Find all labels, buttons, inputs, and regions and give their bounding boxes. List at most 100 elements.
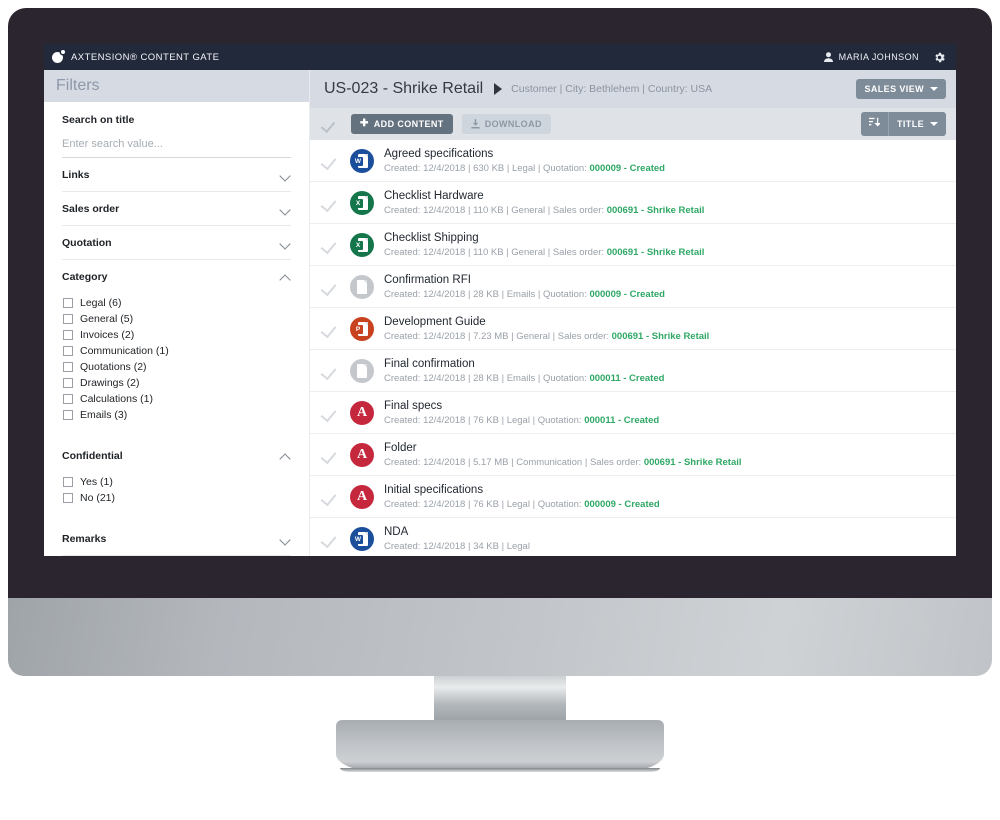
add-content-button[interactable]: ✚ ADD CONTENT (351, 114, 453, 134)
document-reference-link[interactable]: 000691 - Shrike Retail (612, 331, 710, 342)
document-row[interactable]: W Agreed specifications Created: 12/4/2018… (310, 140, 956, 182)
checkbox[interactable] (63, 410, 73, 420)
section-title: Category (62, 271, 108, 283)
document-reference-link[interactable]: 000691 - Shrike Retail (607, 205, 705, 216)
document-details-text: Created: 12/4/2018 | 28 KB | Emails | Qu… (384, 288, 590, 300)
gear-icon[interactable] (933, 51, 946, 64)
category-option-invoices[interactable]: Invoices (2) (63, 327, 291, 343)
user-menu[interactable]: MARIA JOHNSON (823, 52, 919, 62)
checkbox[interactable] (63, 314, 73, 324)
category-option-quotations[interactable]: Quotations (2) (63, 359, 291, 375)
select-all-check-icon[interactable] (322, 118, 339, 131)
sidebar-section-sales-order[interactable]: Sales order (62, 192, 291, 226)
sidebar-section-category[interactable]: Category (62, 260, 291, 293)
sales-view-dropdown[interactable]: SALES VIEW (856, 79, 946, 99)
row-check-icon[interactable] (322, 532, 340, 546)
main-panel: US-023 - Shrike Retail Customer | City: … (310, 70, 956, 556)
confidential-option-yes[interactable]: Yes (1) (63, 474, 291, 490)
document-meta: Checklist Hardware Created: 12/4/2018 | 1… (384, 190, 704, 216)
document-row[interactable]: A Initial specifications Created: 12/4/201… (310, 476, 956, 518)
app-topbar: AXTENSION® CONTENT GATE MARIA JOHNSON (44, 44, 956, 70)
document-row[interactable]: X Checklist Shipping Created: 12/4/2018 | … (310, 224, 956, 266)
sort-by-dropdown[interactable]: TITLE (888, 112, 946, 136)
row-check-icon[interactable] (322, 406, 340, 420)
document-details-text: Created: 12/4/2018 | 110 KB | General | … (384, 204, 607, 216)
plus-icon: ✚ (360, 118, 369, 129)
row-check-icon[interactable] (322, 490, 340, 504)
option-label: General (5) (80, 313, 134, 325)
sidebar-section-quotation[interactable]: Quotation (62, 226, 291, 260)
document-meta: Initial specifications Created: 12/4/2018… (384, 484, 660, 510)
document-reference-link[interactable]: 000009 - Created (589, 289, 665, 300)
sidebar-section-remarks[interactable]: Remarks (62, 522, 291, 556)
row-check-icon[interactable] (322, 448, 340, 462)
page-title: US-023 - Shrike Retail (324, 80, 484, 97)
document-list[interactable]: W Agreed specifications Created: 12/4/2018… (310, 140, 956, 556)
row-check-icon[interactable] (322, 196, 340, 210)
document-details-text: Created: 12/4/2018 | 7.23 MB | General |… (384, 330, 612, 342)
expand-arrow-icon[interactable] (492, 83, 503, 95)
document-row[interactable]: A Final specs Created: 12/4/2018 | 76 KB |… (310, 392, 956, 434)
pdf-file-icon: A (350, 400, 374, 425)
document-details-text: Created: 12/4/2018 | 630 KB | Legal | Qu… (384, 162, 590, 174)
filters-title: Filters (56, 77, 100, 94)
document-details: Created: 12/4/2018 | 28 KB | Emails | Qu… (384, 289, 665, 300)
sidebar-section-confidential[interactable]: Confidential (62, 439, 291, 472)
chevron-up-icon (280, 272, 291, 283)
word-file-icon: W (350, 148, 374, 173)
generic-file-icon (350, 274, 374, 299)
chevron-down-icon (280, 170, 291, 181)
document-row[interactable]: Confirmation RFI Created: 12/4/2018 | 28 … (310, 266, 956, 308)
content-header: US-023 - Shrike Retail Customer | City: … (310, 70, 956, 108)
confidential-option-no[interactable]: No (21) (63, 490, 291, 506)
document-details-text: Created: 12/4/2018 | 28 KB | Emails | Qu… (384, 372, 590, 384)
document-name: Initial specifications (384, 483, 484, 496)
document-row[interactable]: X Checklist Hardware Created: 12/4/2018 | … (310, 182, 956, 224)
row-check-icon[interactable] (322, 154, 340, 168)
chevron-down-icon (280, 204, 291, 215)
row-check-icon[interactable] (322, 238, 340, 252)
document-reference-link[interactable]: 000009 - Created (589, 163, 665, 174)
checkbox[interactable] (63, 378, 73, 388)
sort-direction-button[interactable] (861, 112, 888, 136)
document-reference-link[interactable]: 000691 - Shrike Retail (607, 247, 705, 258)
checkbox[interactable] (63, 346, 73, 356)
document-name: Checklist Shipping (384, 231, 479, 244)
download-button[interactable]: DOWNLOAD (461, 114, 551, 134)
checkbox[interactable] (63, 362, 73, 372)
checkbox[interactable] (63, 394, 73, 404)
sidebar-section-links[interactable]: Links (62, 158, 291, 192)
category-option-communication[interactable]: Communication (1) (63, 343, 291, 359)
document-row[interactable]: W NDA Created: 12/4/2018 | 34 KB | Legal (310, 518, 956, 556)
option-label: Yes (1) (80, 476, 113, 488)
document-row[interactable]: P Development Guide Created: 12/4/2018 | 7… (310, 308, 956, 350)
document-reference-link[interactable]: 000011 - Created (589, 373, 664, 384)
gate-logo-icon (52, 50, 65, 63)
document-details: Created: 12/4/2018 | 7.23 MB | General |… (384, 331, 709, 342)
document-row[interactable]: A Folder Created: 12/4/2018 | 5.17 MB | Co… (310, 434, 956, 476)
checkbox[interactable] (63, 330, 73, 340)
document-reference-link[interactable]: 000011 - Created (584, 415, 659, 426)
checkbox[interactable] (63, 298, 73, 308)
search-input[interactable] (62, 136, 291, 158)
category-option-emails[interactable]: Emails (3) (63, 407, 291, 423)
document-reference-link[interactable]: 000009 - Created (584, 499, 660, 510)
search-label: Search on title (62, 114, 135, 126)
document-reference-link[interactable]: 000691 - Shrike Retail (644, 457, 742, 468)
category-option-calculations[interactable]: Calculations (1) (63, 391, 291, 407)
document-details: Created: 12/4/2018 | 630 KB | Legal | Qu… (384, 163, 665, 174)
download-icon (471, 119, 480, 129)
category-option-drawings[interactable]: Drawings (2) (63, 375, 291, 391)
filters-body: Search on title Links Sales order Quotat… (44, 102, 309, 556)
row-check-icon[interactable] (322, 280, 340, 294)
checkbox[interactable] (63, 477, 73, 487)
row-check-icon[interactable] (322, 322, 340, 336)
checkbox[interactable] (63, 493, 73, 503)
row-check-icon[interactable] (322, 364, 340, 378)
document-row[interactable]: Final confirmation Created: 12/4/2018 | 2… (310, 350, 956, 392)
add-content-label: ADD CONTENT (373, 119, 444, 129)
category-option-general[interactable]: General (5) (63, 311, 291, 327)
category-option-legal[interactable]: Legal (6) (63, 295, 291, 311)
document-details-text: Created: 12/4/2018 | 110 KB | General | … (384, 246, 607, 258)
document-details: Created: 12/4/2018 | 34 KB | Legal (384, 541, 530, 552)
